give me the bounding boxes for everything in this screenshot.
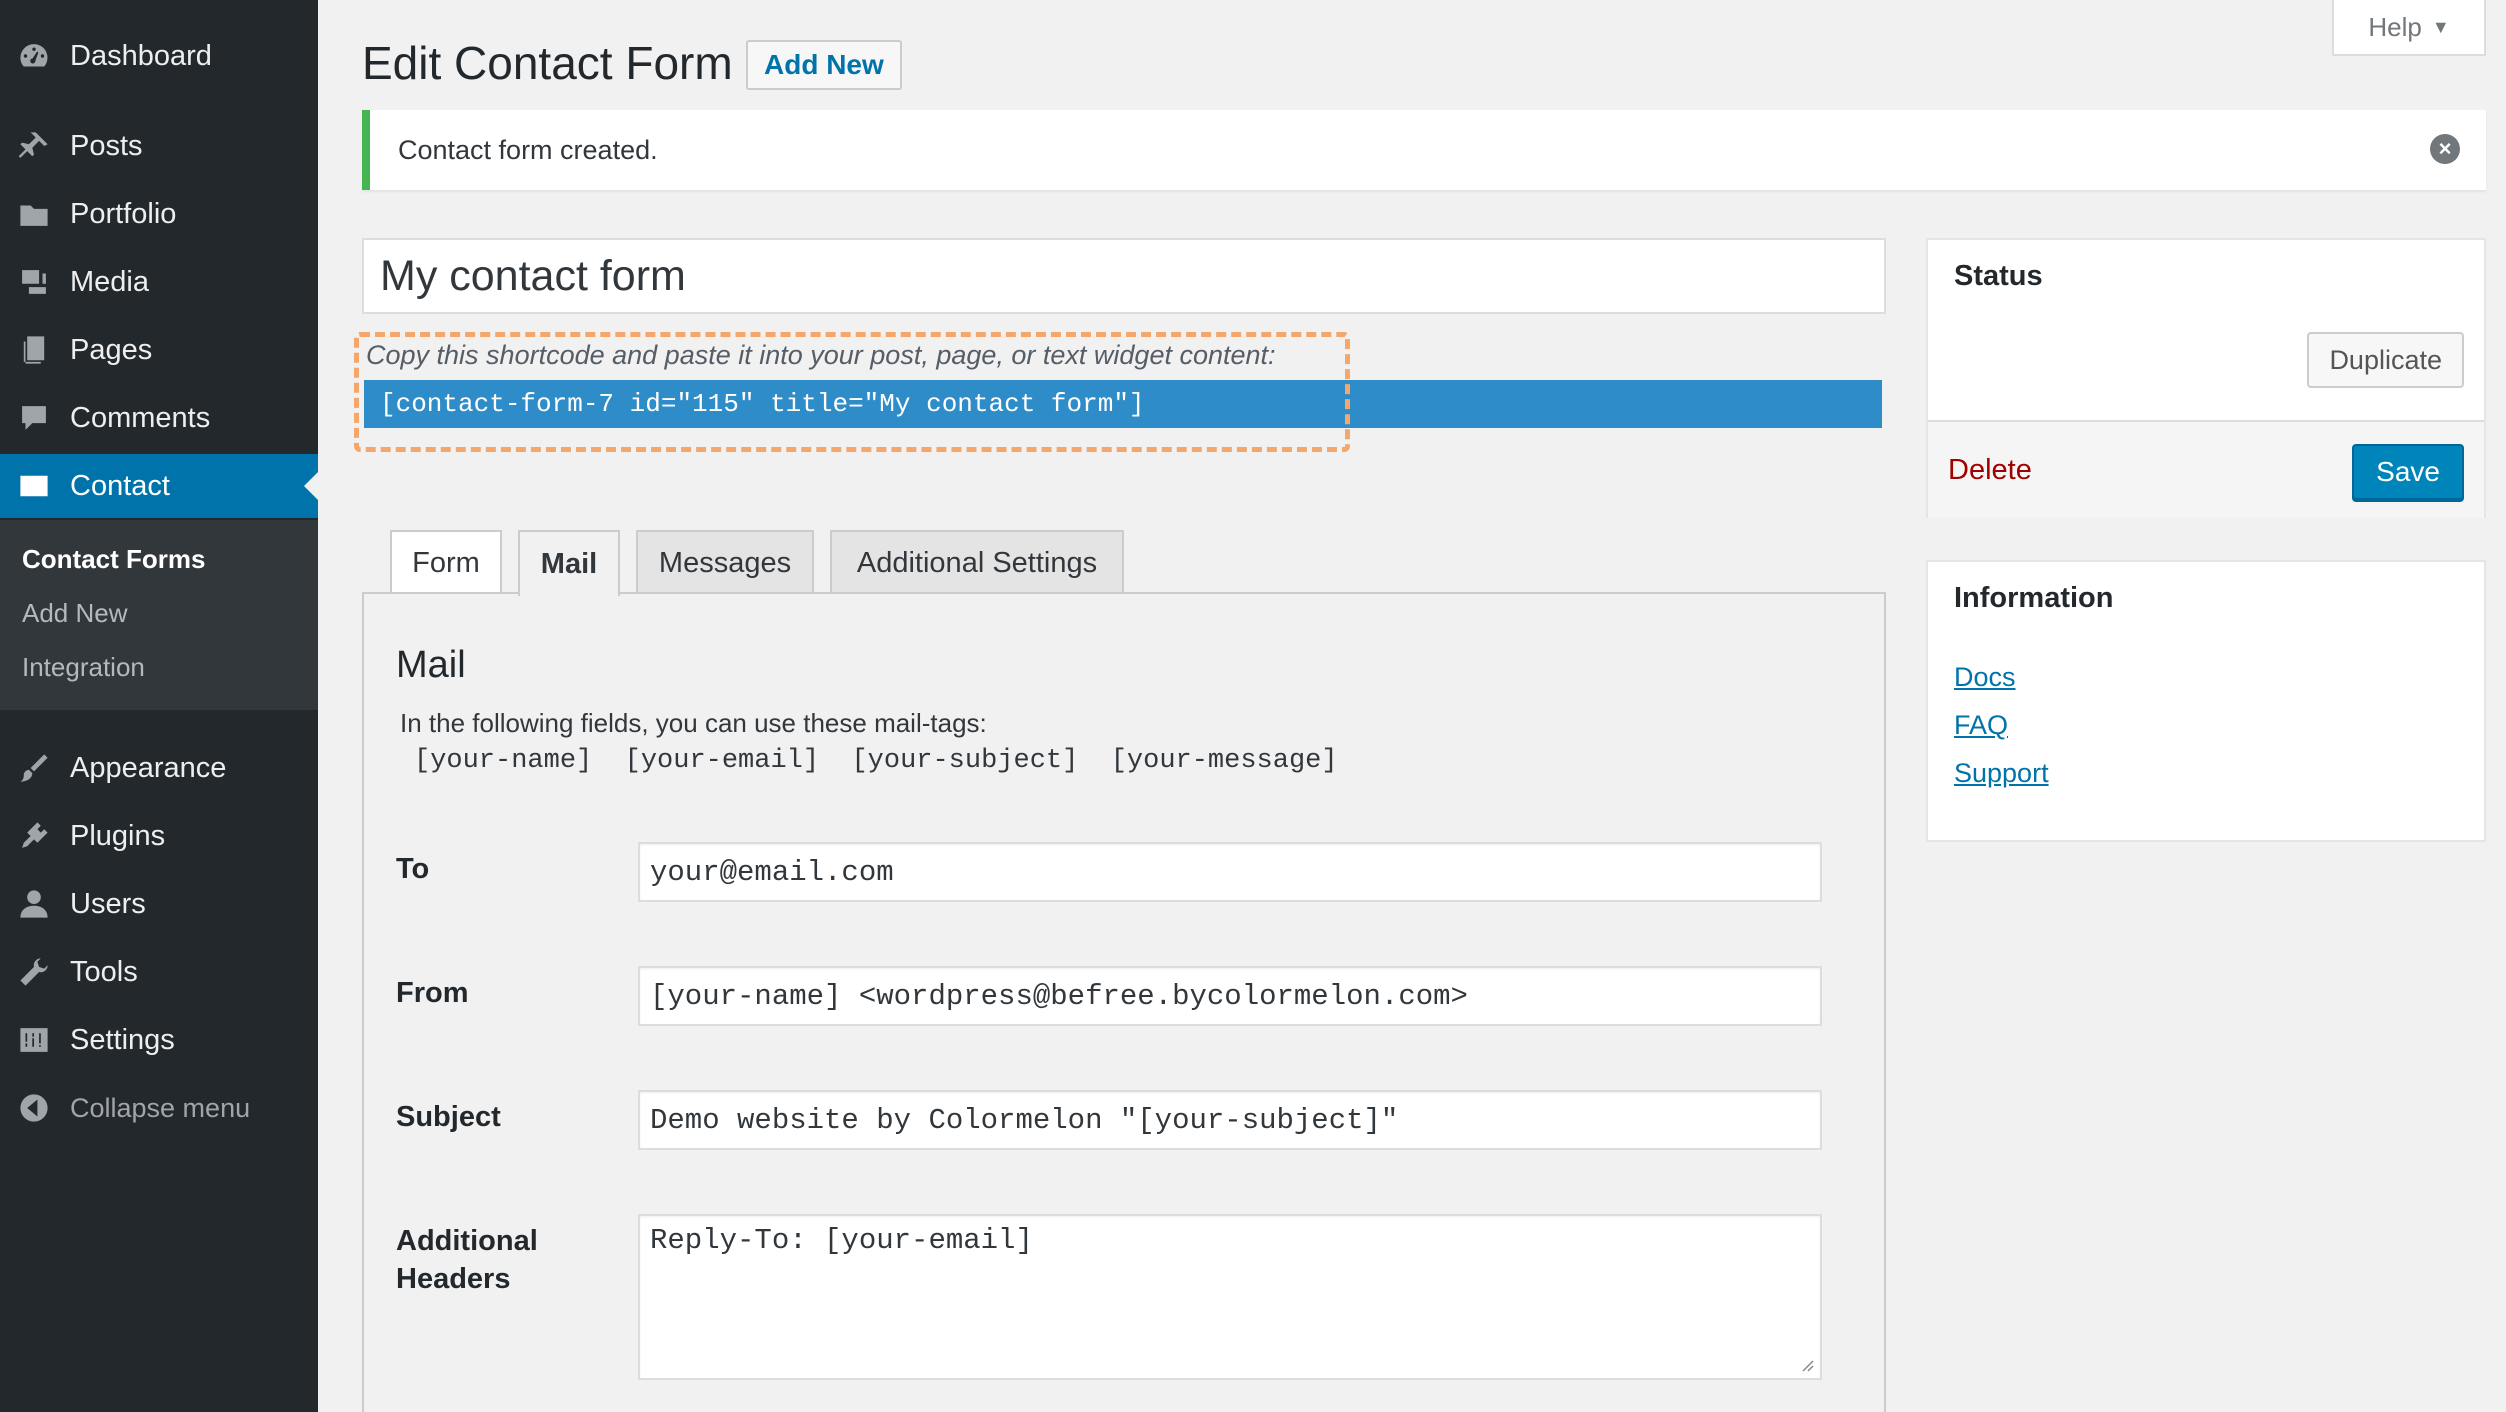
form-title-input[interactable]: My contact form [362, 238, 1886, 314]
submenu-contact-forms[interactable]: Contact Forms [22, 544, 205, 575]
status-box: Status Duplicate Delete Save [1926, 238, 2486, 518]
menu-label: Settings [70, 1023, 175, 1056]
menu-label: Portfolio [70, 197, 177, 230]
save-button[interactable]: Save [2352, 444, 2464, 500]
paintbrush-icon [14, 748, 54, 788]
tab-mail[interactable]: Mail [518, 530, 620, 596]
menu-label: Posts [70, 129, 143, 162]
resize-grip-icon[interactable] [1800, 1358, 1814, 1372]
additional-headers-label: Additional Headers [396, 1225, 538, 1295]
menu-label: Appearance [70, 751, 227, 784]
help-label: Help [2368, 11, 2422, 42]
pages-icon [14, 330, 54, 370]
menu-item-plugins[interactable]: Plugins [0, 804, 318, 868]
menu-label: Users [70, 887, 146, 920]
menu-label: Media [70, 265, 149, 298]
menu-item-dashboard[interactable]: Dashboard [0, 24, 318, 88]
menu-item-tools[interactable]: Tools [0, 940, 318, 1004]
page-title: Edit Contact Form [362, 37, 733, 89]
tab-additional-settings[interactable]: Additional Settings [830, 530, 1124, 594]
additional-headers-textarea[interactable]: Reply-To: [your-email] [638, 1214, 1822, 1380]
menu-label: Contact [70, 469, 170, 502]
docs-link[interactable]: Docs [1954, 662, 2016, 693]
help-tab-button[interactable]: Help ▼ [2332, 0, 2486, 56]
shortcode-field[interactable]: [contact-form-7 id="115" title="My conta… [364, 380, 1882, 428]
status-actions: Delete Save [1928, 420, 2484, 518]
tab-messages[interactable]: Messages [636, 530, 814, 594]
comment-icon [14, 398, 54, 438]
mail-panel: Mail In the following fields, you can us… [362, 592, 1886, 1412]
success-notice: Contact form created. × [362, 110, 2486, 190]
menu-item-settings[interactable]: Settings [0, 1008, 318, 1072]
mailtags-list: [your-name] [your-email] [your-subject] … [414, 746, 1338, 776]
media-icon [14, 262, 54, 302]
collapse-icon [14, 1088, 54, 1128]
admin-sidebar: Dashboard Posts Portfolio Media Pages Co… [0, 0, 318, 1412]
envelope-icon [14, 466, 54, 506]
duplicate-button[interactable]: Duplicate [2307, 332, 2464, 388]
mail-heading: Mail [396, 644, 466, 686]
contact-submenu: Contact Forms Add New Integration [0, 520, 318, 710]
add-new-button[interactable]: Add New [746, 40, 902, 90]
folder-icon [14, 194, 54, 234]
to-label: To [396, 853, 430, 885]
information-box: Information Docs FAQ Support [1926, 560, 2486, 842]
menu-label: Pages [70, 333, 153, 366]
subject-input[interactable]: Demo website by Colormelon "[your-subjec… [638, 1090, 1822, 1150]
menu-label: Tools [70, 955, 138, 988]
submenu-add-new[interactable]: Add New [22, 598, 128, 629]
status-title: Status [1954, 260, 2043, 292]
plugin-icon [14, 816, 54, 856]
menu-item-portfolio[interactable]: Portfolio [0, 182, 318, 246]
to-input[interactable]: your@email.com [638, 842, 1822, 902]
wrench-icon [14, 952, 54, 992]
menu-item-posts[interactable]: Posts [0, 114, 318, 178]
settings-icon [14, 1020, 54, 1060]
shortcode-hint: Copy this shortcode and paste it into yo… [366, 340, 1276, 370]
menu-item-appearance[interactable]: Appearance [0, 736, 318, 800]
mailtags-intro: In the following fields, you can use the… [400, 708, 987, 738]
collapse-menu-button[interactable]: Collapse menu [0, 1076, 318, 1140]
from-label: From [396, 977, 469, 1009]
menu-item-users[interactable]: Users [0, 872, 318, 936]
from-input[interactable]: [your-name] <wordpress@befree.bycolormel… [638, 966, 1822, 1026]
subject-label: Subject [396, 1101, 501, 1133]
menu-item-comments[interactable]: Comments [0, 386, 318, 450]
collapse-menu-label: Collapse menu [70, 1092, 251, 1123]
pin-icon [14, 126, 54, 166]
submenu-integration[interactable]: Integration [22, 652, 145, 683]
menu-item-contact[interactable]: Contact [0, 454, 318, 518]
notice-text: Contact form created. [398, 134, 658, 165]
support-link[interactable]: Support [1954, 758, 2049, 789]
menu-label: Comments [70, 401, 211, 434]
user-icon [14, 884, 54, 924]
additional-headers-value: Reply-To: [your-email] [650, 1224, 1033, 1257]
faq-link[interactable]: FAQ [1954, 710, 2008, 741]
menu-item-pages[interactable]: Pages [0, 318, 318, 382]
menu-label: Dashboard [70, 39, 212, 72]
dashboard-icon [14, 36, 54, 76]
menu-label: Plugins [70, 819, 166, 852]
caret-down-icon: ▼ [2431, 16, 2450, 37]
dismiss-icon[interactable]: × [2430, 134, 2460, 164]
information-title: Information [1954, 582, 2114, 614]
delete-link[interactable]: Delete [1948, 454, 2032, 487]
menu-item-media[interactable]: Media [0, 250, 318, 314]
tab-form[interactable]: Form [390, 530, 502, 594]
